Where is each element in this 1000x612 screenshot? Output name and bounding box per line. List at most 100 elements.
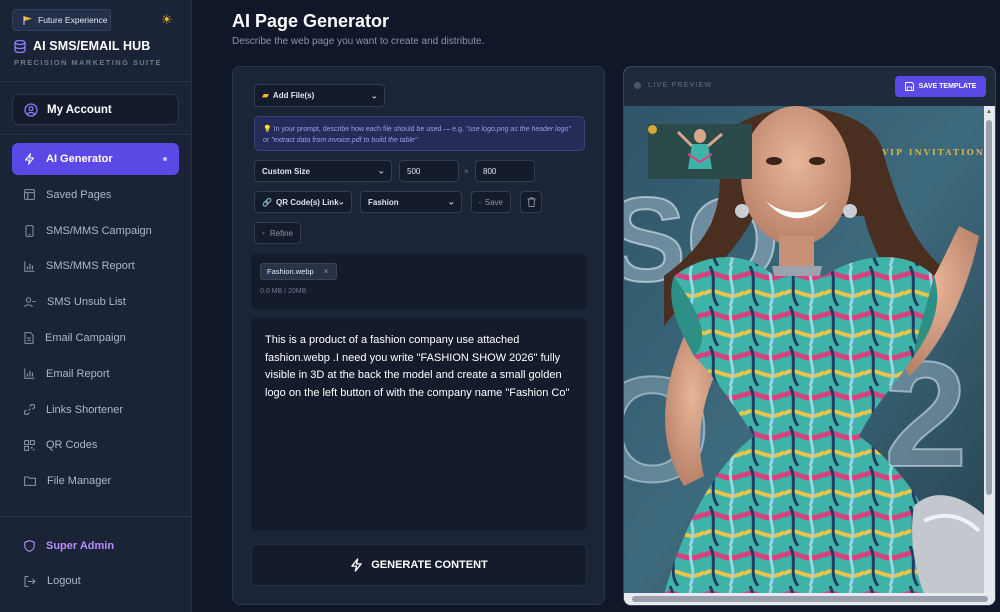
golden-logo-icon bbox=[648, 125, 657, 134]
user-minus-icon bbox=[24, 296, 36, 307]
save-button[interactable]: Save bbox=[471, 191, 511, 213]
sidebar-item-email-report[interactable]: Email Report bbox=[12, 358, 179, 390]
sidebar-item-ai-generator[interactable]: AI Generator bbox=[12, 143, 179, 175]
template-select-value: Fashion bbox=[368, 197, 399, 207]
sidebar-item-label: Links Shortener bbox=[46, 403, 124, 416]
file-usage-hint: 💡 In your prompt, describe how each file… bbox=[254, 116, 585, 151]
sidebar-item-saved-pages[interactable]: Saved Pages bbox=[12, 179, 179, 211]
save-template-button[interactable]: SAVE TEMPLATE bbox=[895, 76, 986, 97]
brand-badge[interactable]: Future Experience bbox=[12, 9, 111, 31]
logout-button[interactable]: Logout bbox=[12, 567, 179, 595]
hint-text: In your prompt, describe how each file s… bbox=[273, 126, 464, 133]
sidebar-item-label: AI Generator bbox=[46, 153, 113, 165]
super-admin-label: Super Admin bbox=[46, 540, 115, 552]
hint-example: "use logo.png as the header logo" bbox=[465, 126, 571, 133]
sidebar-item-links-shortener[interactable]: Links Shortener bbox=[12, 394, 179, 426]
chevron-down-icon: ⌄ bbox=[377, 165, 385, 176]
page-title: AI Page Generator bbox=[232, 11, 390, 31]
logout-label: Logout bbox=[47, 575, 81, 587]
flag-icon bbox=[23, 15, 32, 25]
qr-select-value: QR Code(s) Link bbox=[275, 197, 339, 207]
template-select[interactable]: Fashion ⌄ bbox=[360, 191, 462, 213]
chevron-down-icon: ⌄ bbox=[337, 196, 345, 207]
save-label: Save bbox=[484, 197, 503, 207]
lightbulb-icon: 💡 bbox=[263, 126, 272, 133]
size-select[interactable]: Custom Size ⌄ bbox=[254, 160, 392, 182]
lightning-icon bbox=[24, 153, 35, 165]
phone-icon bbox=[25, 224, 34, 237]
logout-icon bbox=[24, 575, 36, 587]
my-account-label: My Account bbox=[47, 103, 112, 116]
attached-files-area[interactable]: Fashion.webp × 0.0 MB / 20MB bbox=[251, 254, 587, 309]
sidebar-item-sms-mms-report[interactable]: SMS/MMS Report bbox=[12, 250, 179, 282]
preview-canvas[interactable]: SO O 2 bbox=[624, 106, 985, 594]
generate-label: GENERATE CONTENT bbox=[371, 559, 488, 571]
qr-code-icon bbox=[24, 439, 35, 451]
page-description: Describe the web page you want to create… bbox=[232, 36, 485, 47]
my-account-button[interactable]: My Account bbox=[12, 94, 179, 125]
app-subtitle: PRECISION MARKETING SUITE bbox=[14, 58, 162, 67]
floppy-icon bbox=[904, 82, 914, 91]
scrollbar-thumb[interactable] bbox=[632, 596, 988, 602]
folder-icon: ▰ bbox=[262, 90, 269, 100]
chevron-down-icon: ⌄ bbox=[370, 90, 378, 100]
divider bbox=[0, 516, 192, 517]
size-select-value: Custom Size bbox=[262, 166, 311, 176]
preview-toolbar: LIVE PREVIEW SAVE TEMPLATE bbox=[624, 67, 995, 106]
scroll-up-icon[interactable]: ▲ bbox=[986, 109, 992, 115]
sidebar-item-sms-unsub-list[interactable]: SMS Unsub List bbox=[12, 286, 179, 318]
thumbnail-picture bbox=[648, 124, 752, 179]
sidebar-item-label: SMS/MMS Report bbox=[46, 260, 135, 273]
refine-button[interactable]: Refine bbox=[254, 222, 301, 244]
sidebar-item-qr-codes[interactable]: QR Codes bbox=[12, 429, 179, 461]
prompt-textarea[interactable]: This is a product of a fashion company u… bbox=[251, 318, 587, 531]
generate-content-button[interactable]: GENERATE CONTENT bbox=[251, 544, 587, 586]
qr-code-link-select[interactable]: 🔗 QR Code(s) Link ⌄ bbox=[254, 191, 352, 213]
sun-icon[interactable]: ☀ bbox=[161, 13, 173, 26]
sidebar-item-file-manager[interactable]: File Manager bbox=[12, 465, 179, 497]
app-title-text: AI SMS/EMAIL HUB bbox=[33, 39, 151, 53]
divider bbox=[0, 134, 192, 135]
width-input[interactable]: 500 bbox=[399, 160, 459, 182]
sidebar: Future Experience ☀ AI SMS/EMAIL HUB PRE… bbox=[0, 0, 192, 612]
super-admin-link[interactable]: Super Admin bbox=[12, 532, 179, 560]
document-icon bbox=[24, 332, 34, 344]
folder-icon bbox=[24, 476, 36, 487]
file-size-usage: 0.0 MB / 20MB bbox=[260, 288, 307, 295]
horizontal-scrollbar[interactable] bbox=[624, 593, 995, 605]
trash-icon bbox=[527, 197, 535, 207]
height-value: 800 bbox=[483, 166, 497, 176]
hint-or: or bbox=[263, 137, 270, 144]
bar-chart-icon bbox=[24, 261, 35, 272]
link-icon: 🔗 bbox=[262, 197, 272, 207]
user-circle-icon bbox=[24, 102, 38, 117]
chevron-down-icon: ⌄ bbox=[447, 196, 455, 207]
sidebar-item-email-campaign[interactable]: Email Campaign bbox=[12, 322, 179, 354]
status-dot bbox=[634, 82, 641, 89]
height-input[interactable]: 800 bbox=[475, 160, 535, 182]
add-files-select[interactable]: ▰ Add File(s) ⌄ bbox=[254, 84, 385, 107]
add-files-label: Add File(s) bbox=[272, 91, 315, 100]
sidebar-item-label: Saved Pages bbox=[46, 188, 112, 201]
hint-example: "extract data from invoice.pdf to build … bbox=[271, 137, 418, 144]
link-icon bbox=[24, 404, 35, 416]
layout-icon bbox=[24, 189, 35, 201]
live-preview-label: LIVE PREVIEW bbox=[648, 82, 713, 89]
delete-button[interactable] bbox=[520, 191, 542, 213]
sidebar-item-label: QR Codes bbox=[46, 439, 98, 452]
fashion-model-image: SO O 2 bbox=[624, 106, 985, 594]
sidebar-item-label: SMS Unsub List bbox=[47, 296, 126, 309]
scrollbar-thumb[interactable] bbox=[986, 120, 992, 495]
divider bbox=[0, 81, 192, 82]
live-preview-panel: LIVE PREVIEW SAVE TEMPLATE 2 VIP INVITAT… bbox=[623, 66, 996, 606]
close-icon[interactable]: × bbox=[324, 267, 329, 276]
lightning-icon bbox=[351, 558, 363, 572]
sidebar-item-label: Email Report bbox=[46, 367, 110, 380]
refine-label: Refine bbox=[269, 228, 293, 238]
sidebar-nav: AI Generator Saved Pages SMS/MMS Campaig… bbox=[12, 143, 179, 501]
thumbnail-image bbox=[648, 124, 752, 179]
vertical-scrollbar[interactable]: ▲ bbox=[984, 106, 994, 594]
active-indicator bbox=[163, 157, 167, 161]
shield-icon bbox=[24, 540, 35, 552]
sidebar-item-sms-mms-campaign[interactable]: SMS/MMS Campaign bbox=[12, 215, 179, 247]
